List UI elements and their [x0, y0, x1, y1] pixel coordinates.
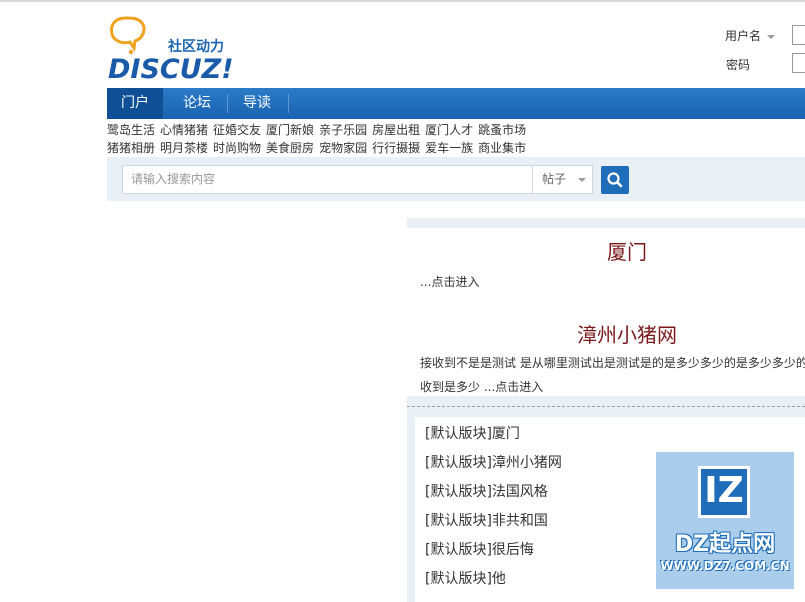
nav-item-guide[interactable]: 导读 [229, 88, 285, 119]
chevron-down-icon [767, 34, 776, 39]
content-top-bar [407, 218, 805, 228]
article-title[interactable]: 厦门 [407, 236, 805, 265]
search-input[interactable]: 请输入搜索内容 [122, 165, 533, 194]
logo-wordmark: DISCUZ! [108, 54, 234, 85]
watermark-name: DZ起点网 [674, 532, 776, 557]
quicklink[interactable]: 房屋出租 [372, 123, 420, 137]
quicklink[interactable]: 宠物家园 [319, 141, 367, 155]
list-item[interactable]: [默认版块]厦门 [425, 423, 520, 443]
list-item[interactable]: [默认版块]法国风格 [425, 481, 548, 501]
list-item[interactable]: [默认版块]漳州小猪网 [425, 452, 562, 472]
section-divider [407, 396, 805, 407]
list-item[interactable]: [默认版块]非共和国 [425, 510, 548, 530]
username-label: 用户名 [725, 29, 762, 43]
nav-item-portal[interactable]: 门户 [107, 88, 163, 119]
quicklink[interactable]: 美食厨房 [266, 141, 314, 155]
article-summary: 接收到不是是测试 是从哪里测试出是测试是的是多少多少的是多少多少的 [420, 356, 805, 370]
nav-separator [288, 94, 289, 113]
top-border [0, 0, 805, 2]
search-type-label: 帖子 [542, 172, 567, 186]
watermark-url: WWW.DZ7.COM.CN [660, 559, 790, 573]
quicklink[interactable]: 厦门新娘 [266, 123, 314, 137]
quicklink[interactable]: 商业集市 [478, 141, 526, 155]
search-type-select[interactable]: 帖子 [532, 165, 593, 194]
quicklink[interactable]: 明月茶楼 [160, 141, 208, 155]
quicklinks-row-2: 猪猪相册 明月茶楼 时尚购物 美食厨房 宠物家园 行行摄摄 爱车一族 商业集市 [107, 139, 531, 156]
main-nav: 门户 论坛 导读 [107, 88, 805, 119]
quicklink[interactable]: 鹭岛生活 [107, 123, 155, 137]
search-icon [607, 172, 623, 188]
password-label: 密码 [726, 58, 751, 72]
chevron-down-icon [578, 177, 587, 182]
username-dropdown[interactable]: 用户名 [725, 27, 776, 44]
quicklinks-row-1: 鹭岛生活 心情猪猪 征婚交友 厦门新娘 亲子乐园 房屋出租 厦门人才 跳蚤市场 [107, 121, 531, 138]
quicklink[interactable]: 行行摄摄 [372, 141, 420, 155]
username-input[interactable] [792, 25, 805, 45]
search-button[interactable] [601, 166, 629, 194]
list-item[interactable]: [默认版块]很后悔 [425, 539, 534, 559]
article-summary-more[interactable]: 收到是多少 ...点击进入 [420, 378, 543, 395]
nav-separator [227, 94, 228, 113]
quicklink[interactable]: 亲子乐园 [319, 123, 367, 137]
article-summary[interactable]: ...点击进入 [420, 273, 479, 290]
nav-item-forum[interactable]: 论坛 [169, 88, 225, 119]
quicklink[interactable]: 爱车一族 [425, 141, 473, 155]
list-item[interactable]: [默认版块]他 [425, 568, 506, 588]
article-title[interactable]: 漳州小猪网 [407, 319, 805, 348]
quicklink[interactable]: 心情猪猪 [160, 123, 208, 137]
quicklink[interactable]: 猪猪相册 [107, 141, 155, 155]
discuz-logo[interactable]: 社区动力 DISCUZ! [108, 14, 248, 85]
quicklink[interactable]: 征婚交友 [213, 123, 261, 137]
quicklink[interactable]: 跳蚤市场 [478, 123, 526, 137]
quicklink[interactable]: 厦门人才 [425, 123, 473, 137]
quicklink[interactable]: 时尚购物 [213, 141, 261, 155]
logo-tagline: 社区动力 [168, 39, 224, 55]
watermark-logo: IZ [698, 466, 750, 518]
password-input[interactable] [792, 53, 805, 73]
